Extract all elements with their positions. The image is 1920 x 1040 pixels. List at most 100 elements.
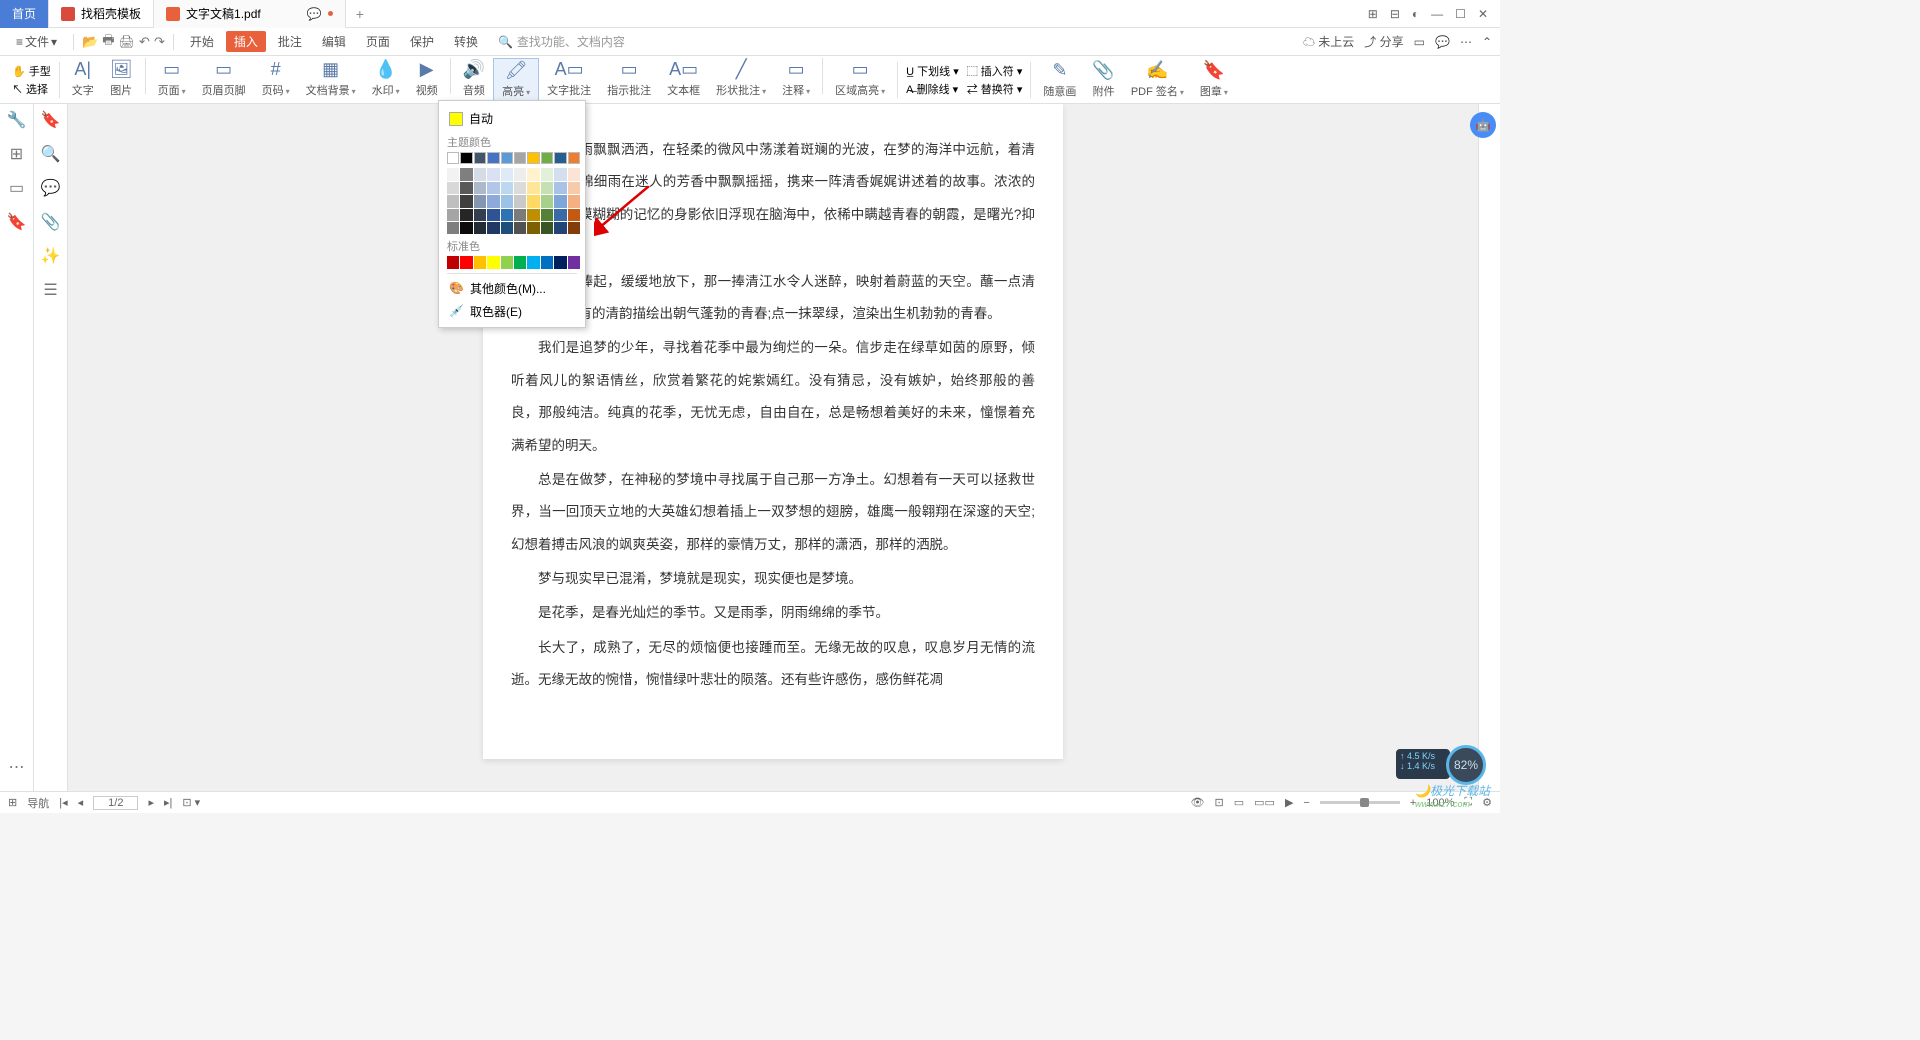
tool-水印[interactable]: 💧水印▾	[364, 58, 408, 102]
cloud-status[interactable]: ☁ 未上云	[1303, 33, 1354, 50]
color-swatch[interactable]	[487, 152, 499, 164]
collapse-button[interactable]: ⌃	[1482, 35, 1492, 49]
tool-icon[interactable]: 🔖	[7, 212, 27, 232]
color-swatch[interactable]	[514, 209, 526, 221]
redo-button[interactable]: ↷	[154, 34, 165, 50]
tool-图章[interactable]: 🔖图章▾	[1192, 59, 1236, 101]
color-swatch[interactable]	[460, 209, 472, 221]
tool-页眉页脚[interactable]: ▭页眉页脚	[194, 58, 254, 102]
color-swatch[interactable]	[568, 195, 580, 207]
color-swatch[interactable]	[554, 168, 566, 180]
color-swatch[interactable]	[487, 256, 499, 268]
color-swatch[interactable]	[541, 168, 553, 180]
tool-文字[interactable]: A|文字	[64, 58, 102, 102]
tool-文本框[interactable]: A▭文本框	[659, 58, 708, 102]
tool-高亮[interactable]: 🖍高亮▾	[493, 58, 539, 102]
color-swatch[interactable]	[514, 195, 526, 207]
tool-文字批注[interactable]: A▭文字批注	[539, 58, 599, 102]
color-swatch[interactable]	[527, 182, 539, 194]
color-swatch[interactable]	[460, 152, 472, 164]
layers-icon[interactable]: ☰	[43, 280, 57, 300]
menu-insert[interactable]: 插入	[226, 31, 266, 52]
right-scrollbar[interactable]: 🤖	[1478, 104, 1500, 791]
nav-label[interactable]: 导航	[27, 795, 49, 811]
color-swatch[interactable]	[447, 222, 459, 234]
color-swatch[interactable]	[447, 152, 459, 164]
color-swatch[interactable]	[474, 152, 486, 164]
select-tool[interactable]: ↖ 选择	[8, 80, 55, 98]
color-swatch[interactable]	[541, 152, 553, 164]
color-swatch[interactable]	[541, 256, 553, 268]
avatar-icon[interactable]: ◐	[1412, 7, 1419, 21]
next-page[interactable]: ▸	[148, 796, 154, 809]
first-page[interactable]: |◂	[59, 796, 67, 809]
color-swatch[interactable]	[460, 195, 472, 207]
save-button[interactable]: 🖶	[102, 31, 114, 53]
color-swatch[interactable]	[460, 222, 472, 234]
tool-视频[interactable]: ▶视频	[408, 58, 446, 102]
tool-icon[interactable]: 🔧	[7, 110, 27, 130]
strikethrough-tool[interactable]: A̶ 删除线 ▾	[902, 80, 963, 98]
open-button[interactable]: 📂	[82, 34, 98, 50]
new-tab-button[interactable]: +	[346, 6, 374, 22]
tool-PDF 签名[interactable]: ✍PDF 签名▾	[1123, 59, 1192, 101]
sidebar-toggle[interactable]: ⊞	[8, 796, 17, 809]
color-swatch[interactable]	[527, 168, 539, 180]
more-colors-option[interactable]: 🎨其他颜色(M)...	[447, 277, 577, 300]
color-swatch[interactable]	[447, 256, 459, 268]
page-indicator[interactable]: 1/2	[93, 796, 138, 810]
tab-template[interactable]: 找稻壳模板	[49, 0, 154, 28]
assistant-button[interactable]: 🤖	[1470, 112, 1496, 138]
color-swatch[interactable]	[447, 168, 459, 180]
box-button[interactable]: ▭	[1414, 35, 1425, 49]
color-swatch[interactable]	[554, 195, 566, 207]
color-swatch[interactable]	[447, 182, 459, 194]
menu-convert[interactable]: 转换	[446, 31, 486, 52]
color-swatch[interactable]	[487, 209, 499, 221]
auto-color-option[interactable]: 自动	[447, 107, 577, 130]
color-swatch[interactable]	[474, 256, 486, 268]
color-swatch[interactable]	[460, 182, 472, 194]
single-page-icon[interactable]: ▭	[1234, 796, 1244, 809]
color-swatch[interactable]	[527, 256, 539, 268]
color-swatch[interactable]	[541, 182, 553, 194]
tool-区域高亮[interactable]: ▭区域高亮▾	[827, 58, 893, 102]
color-swatch[interactable]	[514, 256, 526, 268]
color-swatch[interactable]	[460, 256, 472, 268]
tool-icon[interactable]: ▭	[9, 178, 24, 198]
menu-page[interactable]: 页面	[358, 31, 398, 52]
color-swatch[interactable]	[554, 209, 566, 221]
color-swatch[interactable]	[527, 222, 539, 234]
tool-icon[interactable]: ⊞	[10, 144, 23, 164]
color-swatch[interactable]	[568, 222, 580, 234]
maximize-button[interactable]: ☐	[1455, 7, 1466, 21]
zoom-slider[interactable]	[1320, 801, 1400, 804]
color-swatch[interactable]	[487, 222, 499, 234]
color-swatch[interactable]	[554, 222, 566, 234]
color-swatch[interactable]	[501, 195, 513, 207]
color-swatch[interactable]	[527, 152, 539, 164]
color-swatch[interactable]	[501, 256, 513, 268]
layout-icon[interactable]: ⊞	[1368, 7, 1378, 21]
replace-mark-tool[interactable]: ⇄ 替换符 ▾	[963, 80, 1027, 98]
more-icon[interactable]: ⋯	[9, 757, 25, 777]
color-swatch[interactable]	[554, 152, 566, 164]
prev-page[interactable]: ◂	[78, 796, 84, 809]
eyedropper-option[interactable]: 💉取色器(E)	[447, 300, 577, 323]
color-swatch[interactable]	[460, 168, 472, 180]
color-swatch[interactable]	[568, 168, 580, 180]
color-swatch[interactable]	[447, 209, 459, 221]
color-swatch[interactable]	[554, 182, 566, 194]
underline-tool[interactable]: U̲ 下划线 ▾	[902, 62, 963, 80]
tool-页面[interactable]: ▭页面▾	[150, 58, 194, 102]
tool-图片[interactable]: 🖼图片	[102, 58, 141, 102]
play-icon[interactable]: ▶	[1285, 796, 1293, 809]
tab-document[interactable]: 文字文稿1.pdf 💬	[154, 0, 346, 28]
color-swatch[interactable]	[501, 209, 513, 221]
search-input[interactable]: 🔍查找功能、文档内容	[498, 33, 625, 50]
tool-随意画[interactable]: ✎随意画	[1035, 59, 1084, 101]
bookmark-icon[interactable]: 🔖	[41, 110, 61, 130]
insert-mark-tool[interactable]: ⬚ 插入符 ▾	[963, 62, 1027, 80]
comment-icon[interactable]: 💬	[41, 178, 61, 198]
chat-button[interactable]: 💬	[1435, 35, 1450, 49]
